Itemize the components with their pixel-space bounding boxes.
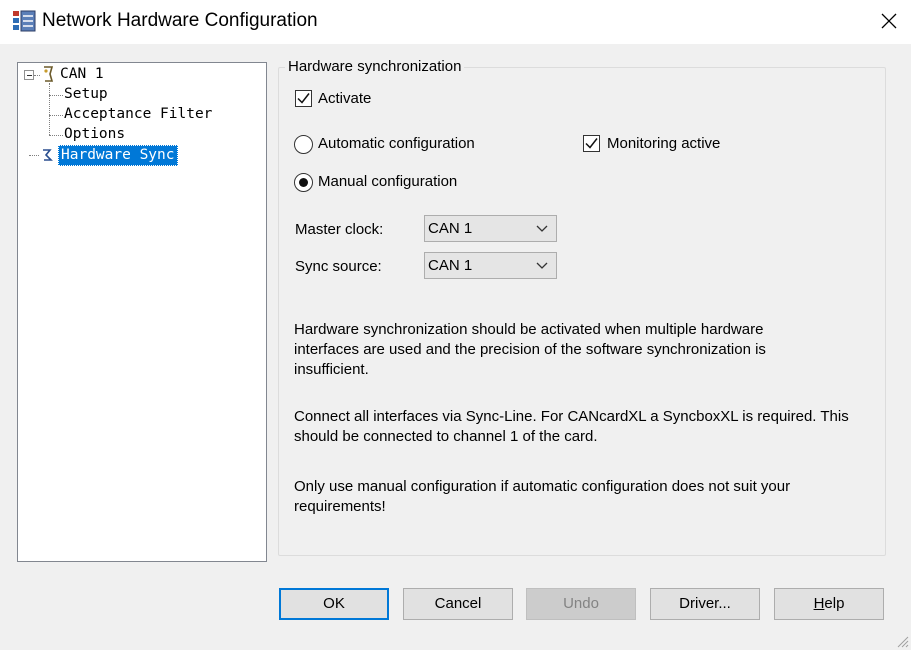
info-text-1: Hardware synchronization should be activ… [294, 321, 766, 378]
collapse-icon[interactable] [24, 70, 34, 80]
help-button[interactable]: Help [774, 588, 884, 620]
group-title: Hardware synchronization [285, 58, 465, 75]
checkmark-icon [297, 93, 310, 104]
automatic-config-radio[interactable] [294, 135, 313, 154]
manual-config-label: Manual configuration [318, 173, 458, 190]
cancel-button[interactable]: Cancel [403, 588, 513, 620]
sync-source-dropdown[interactable]: CAN 1 [424, 252, 557, 279]
sync-source-value: CAN 1 [428, 257, 473, 274]
close-button[interactable] [865, 0, 911, 44]
can-channel-icon [40, 65, 56, 87]
activate-label: Activate [318, 90, 372, 107]
info-text-2: Connect all interfaces via Sync-Line. Fo… [294, 408, 849, 445]
resize-grip-icon[interactable] [895, 634, 909, 648]
master-clock-value: CAN 1 [428, 220, 473, 237]
monitoring-active-checkbox[interactable] [583, 135, 600, 152]
undo-button[interactable]: Undo [526, 588, 636, 620]
tree-item-options[interactable]: Options [64, 125, 125, 144]
window-title: Network Hardware Configuration [42, 10, 318, 31]
chevron-down-icon [536, 262, 548, 269]
tree-item-acceptance-filter[interactable]: Acceptance Filter [64, 105, 212, 124]
chevron-down-icon [536, 225, 548, 232]
master-clock-label: Master clock: [295, 221, 384, 238]
master-clock-dropdown[interactable]: CAN 1 [424, 215, 557, 242]
network-config-icon [12, 10, 36, 32]
close-icon [881, 13, 897, 29]
checkmark-icon [585, 138, 598, 149]
title-bar: Network Hardware Configuration [0, 0, 911, 44]
sync-icon [40, 147, 54, 167]
driver-button[interactable]: Driver... [650, 588, 760, 620]
navigation-tree[interactable]: CAN 1 Setup Acceptance Filter Options Ha… [17, 62, 267, 562]
automatic-config-label: Automatic configuration [318, 135, 475, 152]
monitoring-active-label: Monitoring active [607, 135, 721, 152]
tree-item-hardware-sync[interactable]: Hardware Sync [58, 145, 178, 166]
info-text-3: Only use manual configuration if automat… [294, 478, 791, 515]
tree-item-setup[interactable]: Setup [64, 85, 108, 104]
ok-button[interactable]: OK [279, 588, 389, 620]
tree-item-can1[interactable]: CAN 1 [60, 65, 104, 84]
sync-source-label: Sync source: [295, 258, 382, 275]
activate-checkbox[interactable] [295, 90, 312, 107]
manual-config-radio[interactable] [294, 173, 313, 192]
